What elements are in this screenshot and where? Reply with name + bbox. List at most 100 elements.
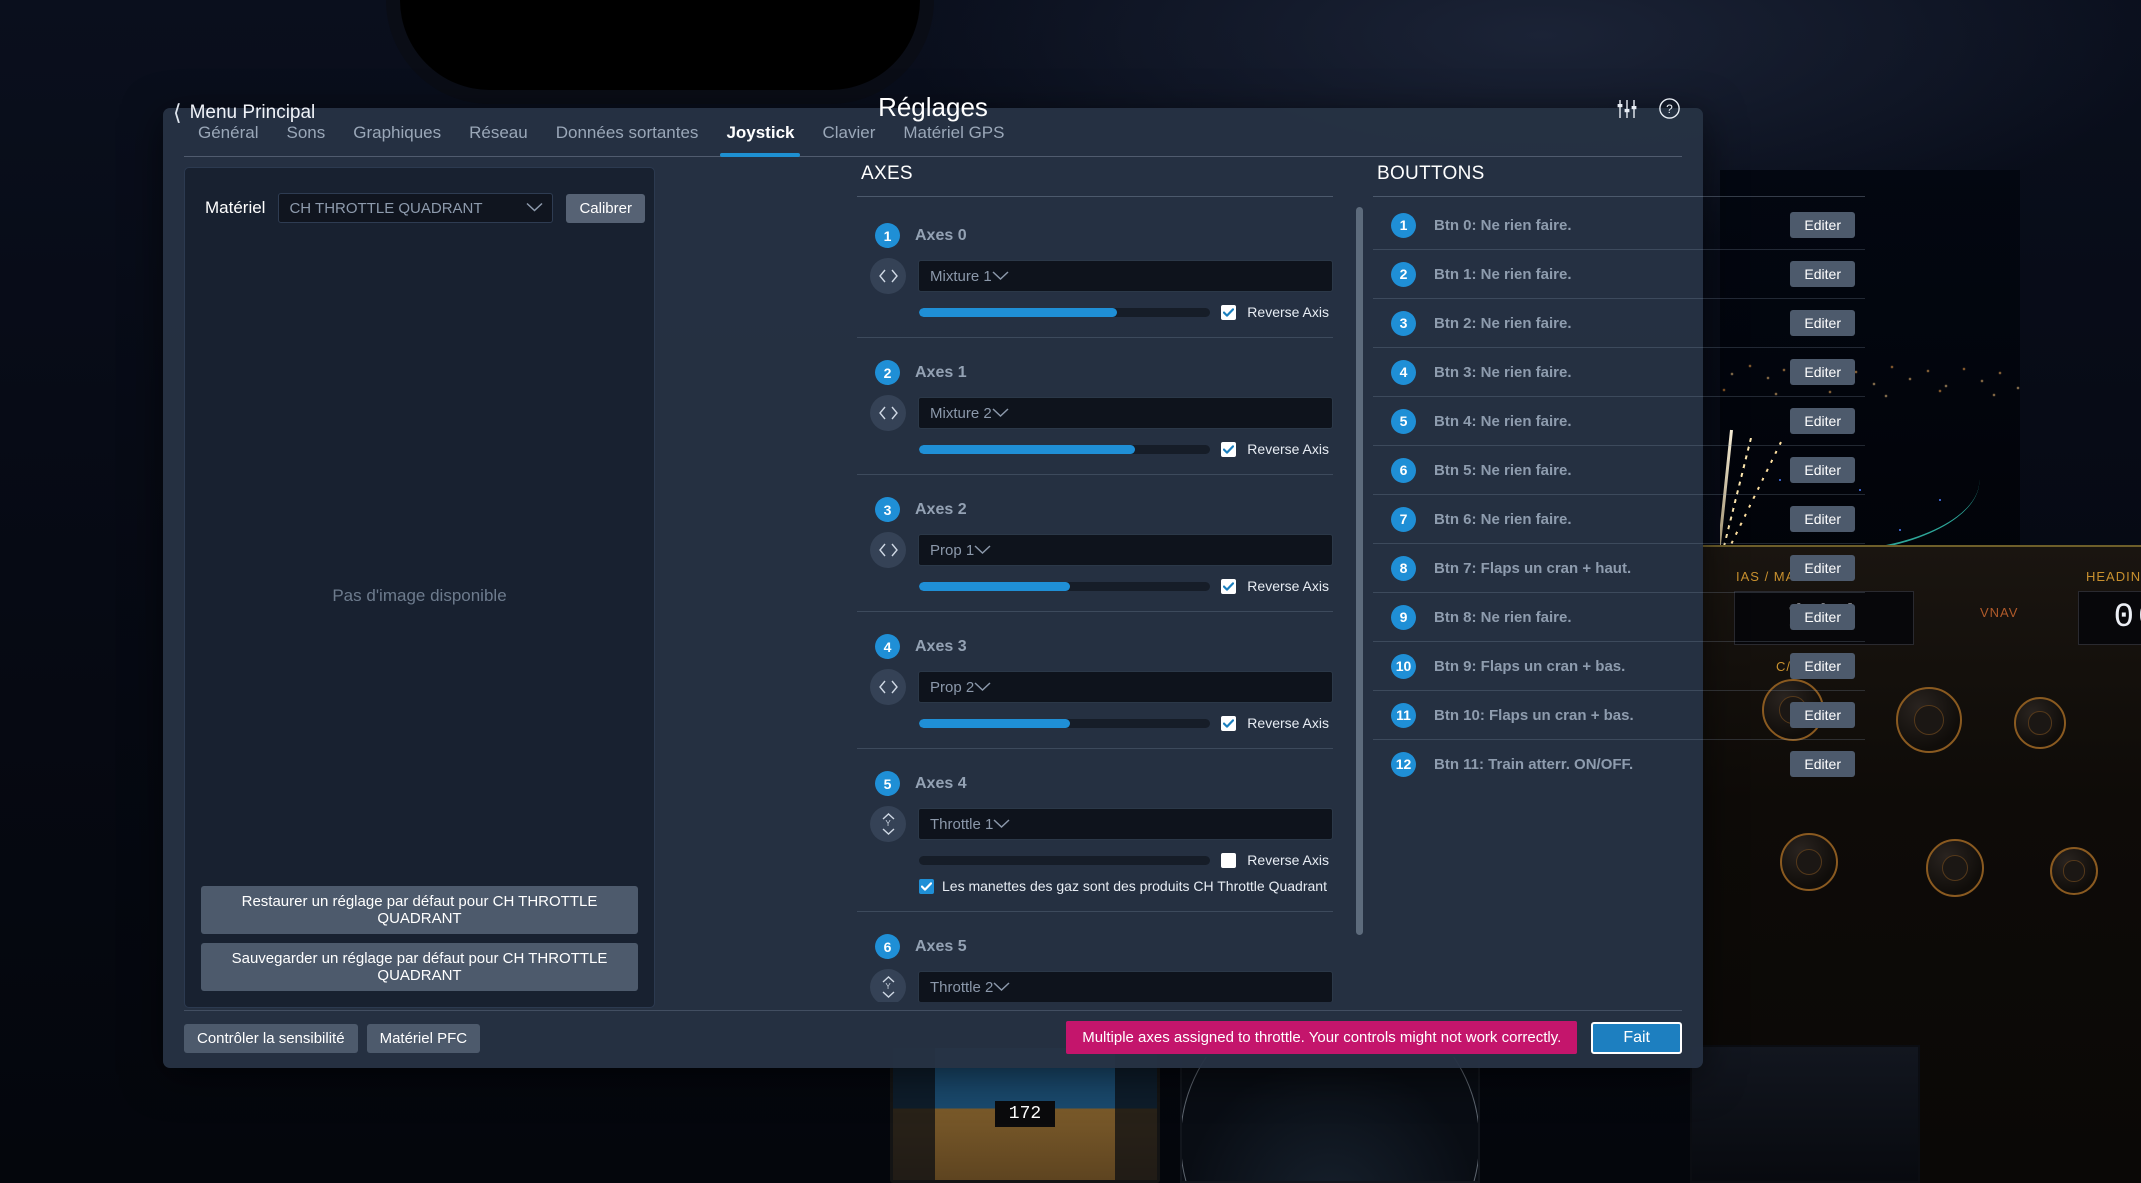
- help-icon[interactable]: ?: [1658, 97, 1681, 120]
- edit-button[interactable]: Editer: [1790, 310, 1855, 336]
- sliders-icon[interactable]: [1616, 98, 1638, 120]
- mcp-heading-display: 00: [2078, 591, 2141, 645]
- axis-value-bar: [919, 581, 1211, 591]
- axis-index-badge: 1: [875, 223, 900, 248]
- edit-button[interactable]: Editer: [1790, 506, 1855, 532]
- reverse-axis-checkbox[interactable]: [1221, 578, 1237, 594]
- axis-stepper-vertical[interactable]: Y: [870, 969, 906, 1002]
- axis-assignment-value: Throttle 2: [930, 978, 994, 996]
- axis-value-fill: [919, 581, 1071, 591]
- button-index-badge: 1: [1391, 212, 1416, 238]
- button-assignment-label: Btn 1: Ne rien faire.: [1434, 265, 1572, 283]
- edit-button[interactable]: Editer: [1790, 261, 1855, 287]
- button-index-badge: 4: [1391, 359, 1416, 385]
- header-icon-group: ?: [1616, 97, 1681, 120]
- pfc-hardware-button[interactable]: Matériel PFC: [366, 1024, 481, 1053]
- mcp-knob-6: [2050, 847, 2098, 895]
- button-mapping-row: 4 Btn 3: Ne rien faire. Editer: [1373, 347, 1865, 396]
- axis-index-badge: 5: [875, 771, 900, 796]
- dialog-body: Matériel CH THROTTLE QUADRANT Calibrer P…: [163, 157, 1865, 1010]
- chevron-down-icon: [974, 542, 991, 559]
- axis-stepper-horizontal[interactable]: [870, 395, 906, 431]
- axis-y-label: Y: [885, 982, 891, 991]
- axis-stepper-horizontal[interactable]: [870, 258, 906, 294]
- axis-value-row: Reverse Axis: [857, 852, 1333, 868]
- button-index-badge: 11: [1391, 702, 1416, 728]
- throttle-quadrant-note: Les manettes des gaz sont des produits C…: [857, 878, 1333, 894]
- axis-name-label: Axes 3: [915, 637, 967, 655]
- axis-stepper-vertical[interactable]: Y: [870, 806, 906, 842]
- edit-button[interactable]: Editer: [1790, 702, 1855, 728]
- hardware-panel: Matériel CH THROTTLE QUADRANT Calibrer P…: [184, 167, 655, 1008]
- axis-assignment-row: Y Throttle 2: [857, 969, 1333, 1002]
- footer-right-actions: Multiple axes assigned to throttle. Your…: [1066, 1021, 1682, 1054]
- reverse-axis-label: Reverse Axis: [1247, 578, 1329, 594]
- restore-default-button[interactable]: Restaurer un réglage par défaut pour CH …: [201, 886, 638, 934]
- axis-value-fill: [919, 718, 1071, 728]
- edit-button[interactable]: Editer: [1790, 408, 1855, 434]
- axis-value-bar: [919, 444, 1211, 454]
- reverse-axis-label: Reverse Axis: [1247, 852, 1329, 868]
- axis-assignment-row: Prop 2: [857, 669, 1333, 705]
- axis-assignment-value: Mixture 2: [930, 404, 992, 422]
- axis-name-label: Axes 1: [915, 363, 967, 381]
- edit-button[interactable]: Editer: [1790, 604, 1855, 630]
- hardware-select[interactable]: CH THROTTLE QUADRANT: [278, 193, 554, 223]
- reverse-axis-checkbox[interactable]: [1221, 304, 1237, 320]
- done-button[interactable]: Fait: [1591, 1021, 1682, 1054]
- axis-stepper-horizontal[interactable]: [870, 532, 906, 568]
- svg-text:?: ?: [1666, 102, 1673, 116]
- axis-assignment-select[interactable]: Throttle 1: [918, 808, 1333, 840]
- button-mapping-row: 8 Btn 7: Flaps un cran + haut. Editer: [1373, 543, 1865, 592]
- button-index-badge: 3: [1391, 310, 1416, 336]
- axis-value-fill: [919, 307, 1118, 317]
- warning-banner: Multiple axes assigned to throttle. Your…: [1066, 1021, 1578, 1054]
- button-index-badge: 5: [1391, 408, 1416, 434]
- mcp-heading-label: HEADING: [2086, 569, 2141, 584]
- throttle-quadrant-checkbox[interactable]: [919, 878, 934, 894]
- axis-assignment-select[interactable]: Prop 1: [918, 534, 1333, 566]
- axis-assignment-row: Y Throttle 1: [857, 806, 1333, 842]
- button-mapping-row: 11 Btn 10: Flaps un cran + bas. Editer: [1373, 690, 1865, 739]
- button-mapping-row: 1 Btn 0: Ne rien faire. Editer: [1373, 201, 1865, 249]
- axis-assignment-select[interactable]: Mixture 2: [918, 397, 1333, 429]
- axis-name-label: Axes 4: [915, 774, 967, 792]
- page-title: Réglages: [878, 92, 988, 122]
- settings-dialog: ⟨ Menu Principal Réglages ? Général Sons G: [163, 92, 1865, 1068]
- mcp-knob-2: [1896, 687, 1962, 753]
- reverse-axis-checkbox[interactable]: [1221, 715, 1237, 731]
- edit-button[interactable]: Editer: [1790, 555, 1855, 581]
- button-index-badge: 7: [1391, 506, 1416, 532]
- axes-scrollbar-thumb[interactable]: [1356, 207, 1363, 935]
- reverse-axis-label: Reverse Axis: [1247, 304, 1329, 320]
- button-mapping-row: 5 Btn 4: Ne rien faire. Editer: [1373, 396, 1865, 445]
- axis-y-label: Y: [885, 819, 891, 828]
- calibrate-button[interactable]: Calibrer: [566, 193, 645, 223]
- edit-button[interactable]: Editer: [1790, 359, 1855, 385]
- dialog-title-bar: ⟨ Menu Principal Réglages ?: [163, 34, 1703, 124]
- axis-index-badge: 3: [875, 497, 900, 522]
- edit-button[interactable]: Editer: [1790, 212, 1855, 238]
- edit-button[interactable]: Editer: [1790, 653, 1855, 679]
- reverse-axis-label: Reverse Axis: [1247, 715, 1329, 731]
- sensitivity-button[interactable]: Contrôler la sensibilité: [184, 1024, 358, 1053]
- edit-button[interactable]: Editer: [1790, 751, 1855, 777]
- axis-assignment-select[interactable]: Prop 2: [918, 671, 1333, 703]
- chevron-down-icon: [993, 816, 1010, 833]
- reverse-axis-checkbox[interactable]: [1221, 441, 1237, 457]
- button-mapping-row: 10 Btn 9: Flaps un cran + bas. Editer: [1373, 641, 1865, 690]
- axis-assignment-select[interactable]: Mixture 1: [918, 260, 1333, 292]
- axis-assignment-select[interactable]: Throttle 2: [918, 971, 1333, 1002]
- mcp-knob-5: [1926, 839, 1984, 897]
- axes-scrollbar[interactable]: [1356, 207, 1363, 998]
- navigation-display: [1180, 1055, 1480, 1183]
- edit-button[interactable]: Editer: [1790, 457, 1855, 483]
- axis-value-bar: [919, 307, 1211, 317]
- reverse-axis-checkbox[interactable]: [1221, 852, 1237, 868]
- axis-stepper-horizontal[interactable]: [870, 669, 906, 705]
- axis-name-label: Axes 5: [915, 937, 967, 955]
- save-default-button[interactable]: Sauvegarder un réglage par défaut pour C…: [201, 943, 638, 991]
- button-mapping-row: 6 Btn 5: Ne rien faire. Editer: [1373, 445, 1865, 494]
- button-mapping-row: 7 Btn 6: Ne rien faire. Editer: [1373, 494, 1865, 543]
- chevron-down-icon: [992, 405, 1009, 422]
